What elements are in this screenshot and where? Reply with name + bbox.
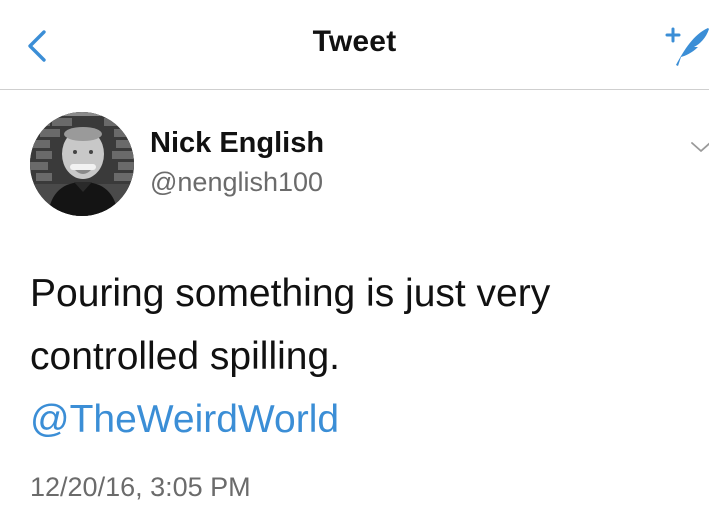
- back-button[interactable]: [20, 24, 54, 68]
- tweet-timestamp: 12/20/16, 3:05 PM: [30, 472, 251, 502]
- mention-link[interactable]: @TheWeirdWorld: [30, 388, 670, 451]
- tweet-text-line: controlled spilling.: [30, 335, 341, 378]
- tweet-text: Pouring something is just very controlle…: [30, 262, 670, 451]
- chevron-left-icon: [28, 30, 46, 62]
- avatar[interactable]: [30, 112, 134, 216]
- compose-tweet-button[interactable]: [662, 20, 709, 72]
- page-title: Tweet: [312, 25, 397, 58]
- author-name[interactable]: Nick English: [150, 127, 324, 160]
- compose-tweet-icon: [665, 27, 709, 66]
- navigation-bar: Tweet: [0, 0, 709, 90]
- avatar-photo: [30, 112, 134, 216]
- chevron-down-icon: [691, 142, 709, 152]
- tweet-text-line: Pouring something is just very: [30, 272, 551, 315]
- tweet-menu-button[interactable]: [690, 138, 709, 156]
- author-handle[interactable]: @nenglish100: [150, 167, 323, 198]
